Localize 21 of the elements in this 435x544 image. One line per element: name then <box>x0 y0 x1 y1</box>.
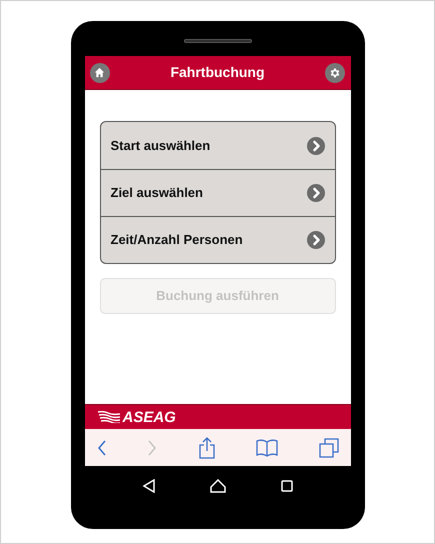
book-icon[interactable] <box>256 438 278 456</box>
home-icon <box>94 67 105 78</box>
chevron-right-icon <box>306 231 324 249</box>
menu-item[interactable]: Start auswählen <box>100 122 334 169</box>
menu-item[interactable]: Ziel auswählen <box>100 169 334 216</box>
chevron-right-icon <box>306 136 324 154</box>
settings-icon <box>329 66 342 78</box>
speaker-slot <box>184 39 252 43</box>
logo-text: ASEAG <box>122 410 176 424</box>
settings-button[interactable] <box>325 62 346 82</box>
back-icon[interactable] <box>96 440 106 456</box>
logo-waves-icon <box>98 411 120 423</box>
chevron-right-icon <box>306 184 324 202</box>
back-triangle-icon[interactable] <box>142 479 156 493</box>
share-icon[interactable] <box>198 436 216 458</box>
home-button[interactable] <box>90 62 110 82</box>
home-outline-icon[interactable] <box>210 479 226 493</box>
menu-item[interactable]: Zeit/Anzahl Personen <box>100 216 334 263</box>
square-icon[interactable] <box>281 480 294 492</box>
header-title: Fahrtbuchung <box>170 63 265 82</box>
tabs-icon[interactable] <box>318 438 338 458</box>
